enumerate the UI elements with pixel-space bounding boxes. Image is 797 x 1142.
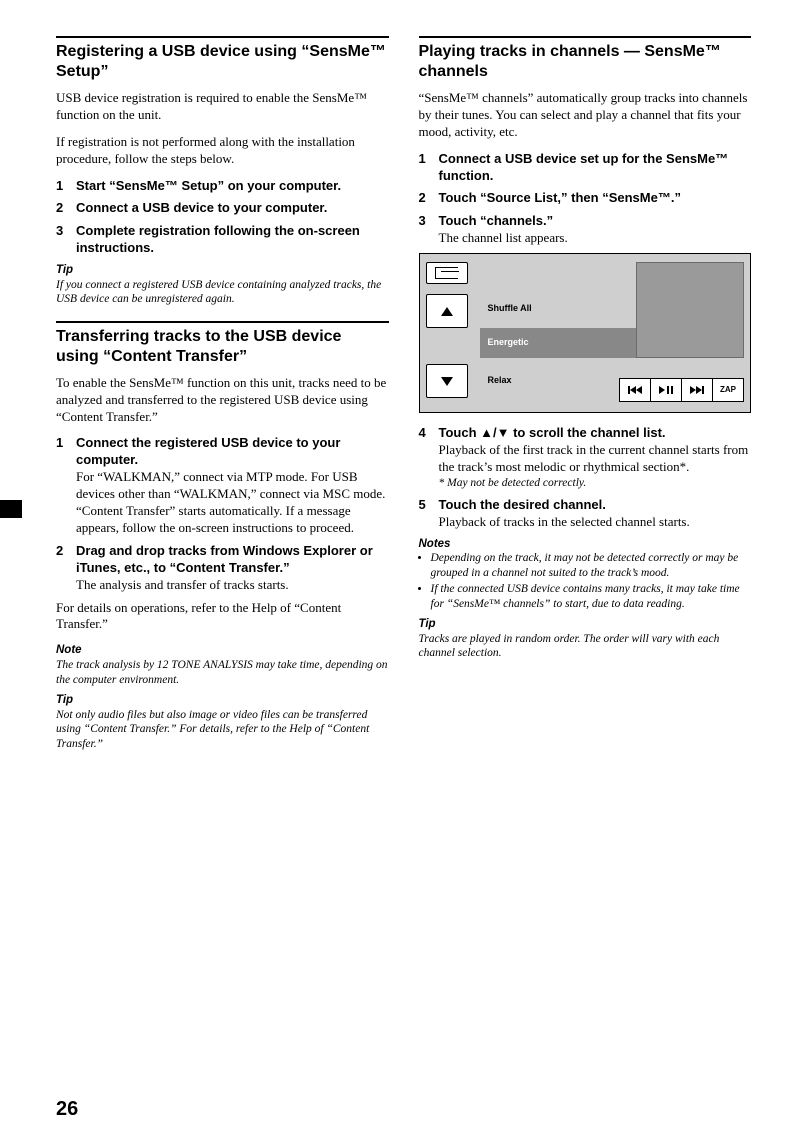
step-head: Touch “Source List,” then “SensMe™.”: [439, 190, 752, 207]
step-list-cont: Touch ▲/▼ to scroll the channel list. Pl…: [419, 425, 752, 530]
prev-icon: [628, 386, 642, 394]
section-heading: Transferring tracks to the USB device us…: [56, 327, 389, 367]
channel-list-mockup: Shuffle All Energetic Relax ZAP: [419, 253, 752, 413]
tip-text: Not only audio files but also image or v…: [56, 708, 389, 751]
step-item: Connect a USB device set up for the Sens…: [419, 151, 752, 185]
channel-item-relax[interactable]: Relax: [480, 366, 638, 396]
tip-text: If you connect a registered USB device c…: [56, 278, 389, 307]
note-item: If the connected USB device contains man…: [431, 582, 752, 611]
tip-label: Tip: [419, 617, 752, 632]
note-text: The track analysis by 12 TONE ANALYSIS m…: [56, 658, 389, 687]
two-column-layout: Registering a USB device using “SensMe™ …: [56, 36, 751, 757]
step-head: Drag and drop tracks from Windows Explor…: [76, 543, 389, 577]
step-head: Touch “channels.”: [439, 213, 752, 230]
tip-text: Tracks are played in random order. The o…: [419, 632, 752, 661]
scroll-down-button[interactable]: [426, 364, 468, 398]
channel-item-shuffle[interactable]: Shuffle All: [480, 294, 638, 324]
step-body: For “WALKMAN,” connect via MTP mode. For…: [76, 469, 389, 537]
step-body: Playback of tracks in the selected chann…: [439, 514, 752, 531]
scroll-up-button[interactable]: [426, 294, 468, 328]
play-pause-icon: [659, 386, 673, 394]
paragraph: If registration is not performed along w…: [56, 134, 389, 168]
album-art-placeholder: [636, 262, 744, 358]
paragraph: USB device registration is required to e…: [56, 90, 389, 124]
step-item: Touch ▲/▼ to scroll the channel list. Pl…: [419, 425, 752, 491]
section-rule: [56, 36, 389, 38]
playback-controls: ZAP: [619, 378, 744, 402]
step-item: Connect a USB device to your computer.: [56, 200, 389, 217]
paragraph: To enable the SensMe™ function on this u…: [56, 375, 389, 426]
zap-button[interactable]: ZAP: [713, 378, 744, 402]
step-item: Start “SensMe™ Setup” on your computer.: [56, 178, 389, 195]
section-rule: [419, 36, 752, 38]
step-item: Drag and drop tracks from Windows Explor…: [56, 543, 389, 594]
step-head: Connect a USB device set up for the Sens…: [439, 151, 752, 185]
step-head: Complete registration following the on-s…: [76, 223, 389, 257]
play-pause-button[interactable]: [651, 378, 682, 402]
step-body: The channel list appears.: [439, 230, 752, 247]
triangle-down-icon: [441, 377, 453, 386]
next-button[interactable]: [682, 378, 713, 402]
thumb-tab: [0, 500, 22, 518]
back-icon: [435, 267, 458, 279]
step-list: Connect a USB device set up for the Sens…: [419, 151, 752, 247]
section-heading: Playing tracks in channels — SensMe™ cha…: [419, 42, 752, 82]
triangle-up-icon: [441, 307, 453, 316]
page-number: 26: [56, 1096, 78, 1122]
notes-list: Depending on the track, it may not be de…: [419, 551, 752, 611]
section-heading: Registering a USB device using “SensMe™ …: [56, 42, 389, 82]
step-head: Touch ▲/▼ to scroll the channel list.: [439, 425, 752, 442]
step-list: Connect the registered USB device to you…: [56, 435, 389, 593]
note-item: Depending on the track, it may not be de…: [431, 551, 752, 580]
prev-button[interactable]: [619, 378, 651, 402]
left-column: Registering a USB device using “SensMe™ …: [56, 36, 389, 757]
tip-label: Tip: [56, 263, 389, 278]
step-footnote: * May not be detected correctly.: [439, 476, 752, 491]
next-icon: [690, 386, 704, 394]
step-item: Touch “channels.” The channel list appea…: [419, 213, 752, 247]
step-item: Touch the desired channel. Playback of t…: [419, 497, 752, 531]
step-body: Playback of the first track in the curre…: [439, 442, 752, 476]
note-label: Note: [56, 643, 389, 658]
step-head: Connect the registered USB device to you…: [76, 435, 389, 469]
back-button[interactable]: [426, 262, 468, 284]
step-head: Start “SensMe™ Setup” on your computer.: [76, 178, 389, 195]
notes-label: Notes: [419, 537, 752, 552]
channel-item-energetic[interactable]: Energetic: [480, 328, 648, 358]
step-item: Complete registration following the on-s…: [56, 223, 389, 257]
tip-label: Tip: [56, 693, 389, 708]
section-rule: [56, 321, 389, 323]
step-head: Touch the desired channel.: [439, 497, 752, 514]
step-list: Start “SensMe™ Setup” on your computer. …: [56, 178, 389, 258]
step-item: Touch “Source List,” then “SensMe™.”: [419, 190, 752, 207]
manual-page: Registering a USB device using “SensMe™ …: [0, 0, 797, 1142]
paragraph: For details on operations, refer to the …: [56, 600, 389, 634]
step-item: Connect the registered USB device to you…: [56, 435, 389, 536]
right-column: Playing tracks in channels — SensMe™ cha…: [419, 36, 752, 757]
paragraph: “SensMe™ channels” automatically group t…: [419, 90, 752, 141]
step-head: Connect a USB device to your computer.: [76, 200, 389, 217]
step-body: The analysis and transfer of tracks star…: [76, 577, 389, 594]
